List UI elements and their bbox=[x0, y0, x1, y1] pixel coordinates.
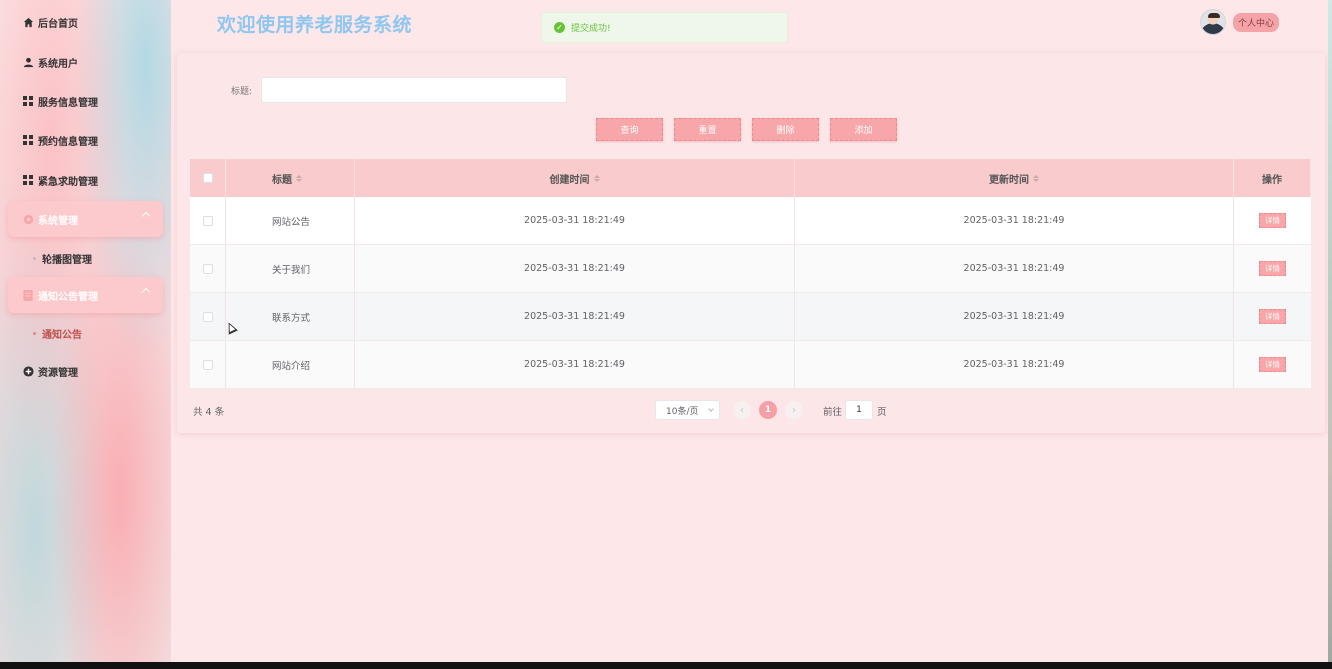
detail-button[interactable]: 详情 bbox=[1259, 213, 1286, 228]
bottom-bar bbox=[0, 662, 1332, 669]
column-header-created[interactable]: 创建时间 bbox=[355, 159, 795, 197]
sidebar-subitem-carousel[interactable]: 轮播图管理 bbox=[33, 248, 92, 268]
notice-table: 标题 创建时间 更新时间 操作 网站公告 2025-03-31 18:21:49… bbox=[190, 159, 1311, 389]
row-title: 关于我们 bbox=[272, 264, 311, 276]
row-created: 2025-03-31 18:21:49 bbox=[524, 215, 625, 226]
check-circle-icon: ✓ bbox=[554, 22, 565, 33]
next-page-button[interactable]: › bbox=[785, 401, 803, 419]
search-label: 标题: bbox=[231, 87, 253, 97]
avatar[interactable] bbox=[1200, 9, 1226, 35]
detail-button[interactable]: 详情 bbox=[1259, 357, 1286, 372]
page-size-select[interactable]: 10条/页 bbox=[655, 400, 720, 420]
row-checkbox[interactable] bbox=[202, 311, 213, 322]
window-edge bbox=[1328, 0, 1332, 669]
user-icon bbox=[22, 56, 34, 68]
row-title: 网站公告 bbox=[272, 216, 311, 228]
row-created: 2025-03-31 18:21:49 bbox=[524, 263, 625, 274]
row-created: 2025-03-31 18:21:49 bbox=[524, 311, 625, 322]
sidebar-subitem-label: 轮播图管理 bbox=[42, 254, 92, 266]
table-row: 网站介绍 2025-03-31 18:21:49 2025-03-31 18:2… bbox=[190, 341, 1311, 389]
sidebar-subitem-notice[interactable]: 通知公告 bbox=[33, 323, 82, 343]
header: 欢迎使用养老服务系统 ✓ 提交成功! 个人中心 bbox=[171, 0, 1328, 48]
grid-icon bbox=[22, 134, 34, 146]
grid-icon bbox=[22, 174, 34, 186]
success-toast: ✓ 提交成功! bbox=[541, 12, 788, 43]
goto-page-input[interactable] bbox=[845, 400, 873, 420]
sidebar-item-home[interactable]: 后台首页 bbox=[8, 4, 163, 40]
sidebar-item-service-info[interactable]: 服务信息管理 bbox=[8, 83, 163, 119]
select-all-checkbox[interactable] bbox=[202, 173, 213, 183]
personal-center-button[interactable]: 个人中心 bbox=[1233, 13, 1280, 32]
sidebar-item-label: 资源管理 bbox=[38, 367, 78, 379]
row-updated: 2025-03-31 18:21:49 bbox=[963, 215, 1065, 226]
total-count: 共 4 条 bbox=[193, 407, 225, 418]
goto-label: 前往 bbox=[823, 407, 843, 418]
row-created: 2025-03-31 18:21:49 bbox=[524, 359, 625, 370]
table-row: 网站公告 2025-03-31 18:21:49 2025-03-31 18:2… bbox=[190, 197, 1311, 245]
sidebar-subitem-label: 通知公告 bbox=[42, 329, 82, 341]
prev-page-button[interactable]: ‹ bbox=[733, 401, 751, 419]
plus-circle-icon bbox=[22, 365, 34, 377]
row-updated: 2025-03-31 18:21:49 bbox=[963, 359, 1065, 370]
document-icon bbox=[22, 289, 34, 301]
app-title: 欢迎使用养老服务系统 bbox=[217, 14, 413, 36]
sidebar-item-system[interactable]: 系统管理 bbox=[8, 201, 163, 237]
sidebar-item-label: 通知公告管理 bbox=[38, 291, 98, 303]
table-header: 标题 创建时间 更新时间 操作 bbox=[190, 159, 1311, 197]
sort-icon[interactable] bbox=[593, 174, 600, 182]
delete-button[interactable]: 删除 bbox=[752, 118, 819, 141]
sidebar-item-users[interactable]: 系统用户 bbox=[8, 44, 163, 80]
column-header-title[interactable]: 标题 bbox=[226, 159, 355, 197]
detail-button[interactable]: 详情 bbox=[1259, 309, 1286, 324]
grid-icon bbox=[22, 95, 34, 107]
chevron-down-icon bbox=[708, 406, 714, 412]
sidebar-item-appointment[interactable]: 预约信息管理 bbox=[8, 122, 163, 158]
column-header-updated[interactable]: 更新时间 bbox=[795, 159, 1234, 197]
row-checkbox[interactable] bbox=[202, 263, 213, 274]
row-title: 联系方式 bbox=[272, 312, 311, 324]
sidebar-item-emergency[interactable]: 紧急求助管理 bbox=[8, 162, 163, 198]
table-row: 关于我们 2025-03-31 18:21:49 2025-03-31 18:2… bbox=[190, 245, 1311, 293]
reset-button[interactable]: 重置 bbox=[674, 118, 741, 141]
row-checkbox[interactable] bbox=[202, 359, 213, 370]
row-updated: 2025-03-31 18:21:49 bbox=[963, 263, 1065, 274]
sidebar-item-label: 系统用户 bbox=[38, 58, 78, 70]
sidebar: 后台首页 系统用户 服务信息管理 预约信息管理 紧急求助管理 系统管理 轮播图管… bbox=[0, 0, 171, 662]
sidebar-item-label: 后台首页 bbox=[38, 18, 78, 30]
sidebar-item-label: 服务信息管理 bbox=[38, 97, 98, 109]
content-panel: 标题: 查询 重置 删除 添加 标题 创建时间 更新时间 操作 网站公告 202… bbox=[177, 53, 1325, 433]
query-button[interactable]: 查询 bbox=[596, 118, 663, 141]
page-size-value: 10条/页 bbox=[666, 406, 699, 417]
home-icon bbox=[22, 16, 34, 28]
sidebar-item-label: 系统管理 bbox=[38, 215, 78, 227]
toast-message: 提交成功! bbox=[571, 24, 611, 34]
add-button[interactable]: 添加 bbox=[830, 118, 897, 141]
detail-button[interactable]: 详情 bbox=[1259, 261, 1286, 276]
sidebar-item-resources[interactable]: 资源管理 bbox=[8, 353, 163, 389]
sidebar-item-notice[interactable]: 通知公告管理 bbox=[8, 277, 163, 313]
chevron-up-icon bbox=[141, 211, 151, 221]
column-header-actions: 操作 bbox=[1234, 159, 1311, 197]
sidebar-item-label: 预约信息管理 bbox=[38, 136, 98, 148]
sort-icon[interactable] bbox=[296, 174, 302, 182]
page-number-current[interactable]: 1 bbox=[759, 401, 777, 419]
bullet-icon bbox=[33, 331, 36, 335]
row-title: 网站介绍 bbox=[272, 360, 311, 372]
sidebar-item-label: 紧急求助管理 bbox=[38, 176, 98, 188]
sort-icon[interactable] bbox=[1033, 174, 1039, 182]
chevron-up-icon bbox=[141, 287, 151, 297]
row-checkbox[interactable] bbox=[202, 215, 213, 226]
goto-suffix: 页 bbox=[877, 407, 887, 418]
row-updated: 2025-03-31 18:21:49 bbox=[963, 311, 1065, 322]
table-row: 联系方式 2025-03-31 18:21:49 2025-03-31 18:2… bbox=[190, 293, 1311, 341]
title-search-input[interactable] bbox=[261, 77, 567, 103]
settings-icon bbox=[22, 213, 34, 225]
bullet-icon bbox=[33, 256, 36, 260]
